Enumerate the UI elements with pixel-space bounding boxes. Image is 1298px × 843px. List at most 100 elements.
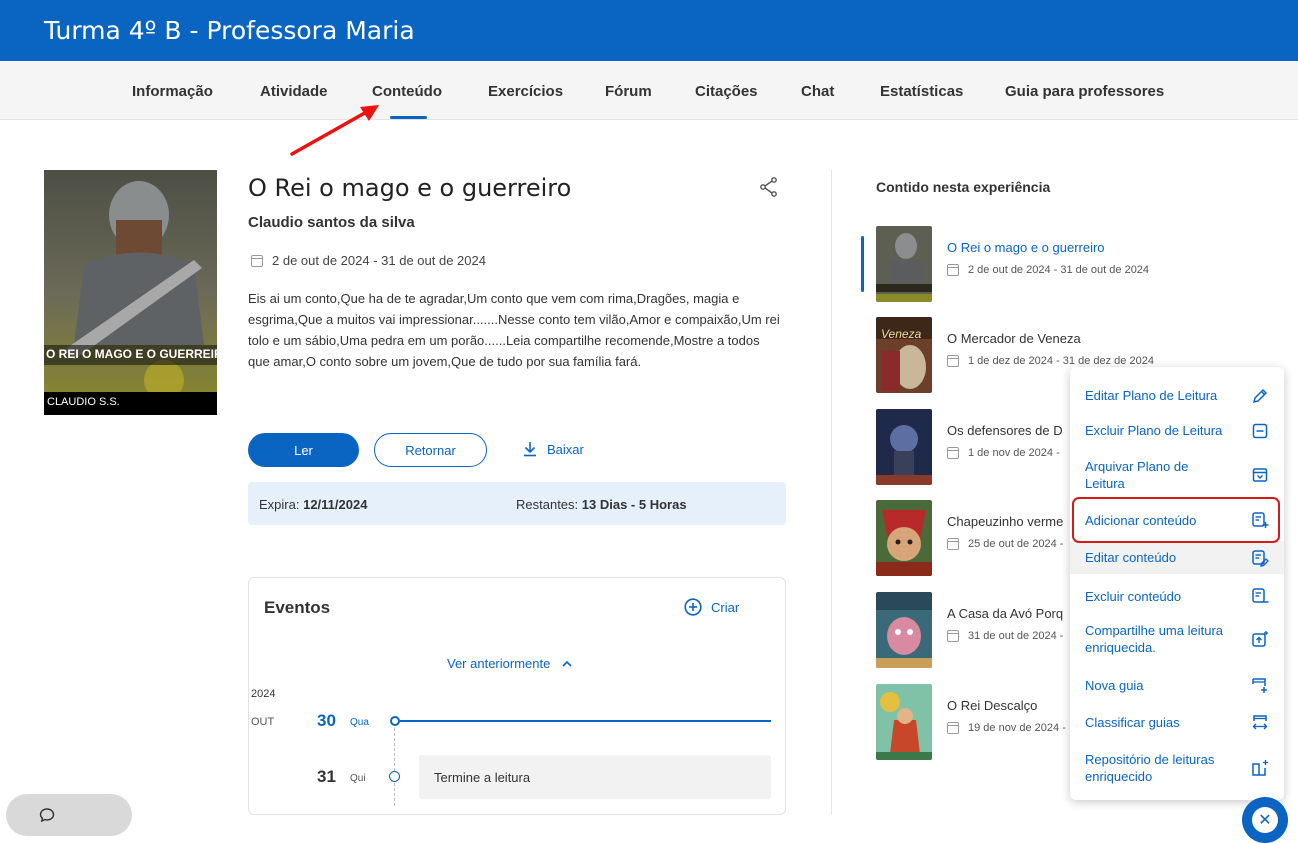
book-thumbnail xyxy=(876,592,932,668)
sidebar-item-name: O Rei Descalço xyxy=(947,698,1038,713)
download-label: Baixar xyxy=(547,441,584,457)
book-cover[interactable]: O REI O MAGO E O GUERREIRO CLAUDIO S.S. xyxy=(44,170,217,415)
menu-item-delete-content[interactable]: Excluir conteúdo xyxy=(1070,581,1284,611)
menu-item-edit-content[interactable]: Editar conteúdo xyxy=(1070,541,1284,574)
event-weekday: Qua xyxy=(350,717,369,728)
cover-title: O REI O MAGO E O GUERREIRO xyxy=(46,347,217,361)
sort-tabs-icon xyxy=(1250,712,1270,732)
tab-bar: Informação Atividade Conteúdo Exercícios… xyxy=(0,61,1298,120)
menu-item-archive-plan[interactable]: Arquivar Plano de Leitura xyxy=(1070,455,1284,495)
page-title: Turma 4º B - Professora Maria xyxy=(44,16,415,45)
book-add-icon xyxy=(1250,758,1270,778)
menu-item-delete-plan[interactable]: Excluir Plano de Leitura xyxy=(1070,416,1284,445)
sidebar-item-chapeuzinho[interactable]: Chapeuzinho verme 25 de out de 2024 - xyxy=(876,500,1076,578)
tab-exercicios[interactable]: Exercícios xyxy=(488,83,563,100)
active-item-indicator xyxy=(861,236,864,292)
sidebar-item-dates: 1 de nov de 2024 - xyxy=(947,447,1060,459)
menu-item-label: Nova guia xyxy=(1085,677,1144,693)
minus-square-icon xyxy=(1250,421,1270,441)
timeline-dot xyxy=(389,771,400,782)
top-bar: Turma 4º B - Professora Maria xyxy=(0,0,1298,61)
expiry-banner: Expira: 12/11/2024 Restantes: 13 Dias - … xyxy=(248,482,786,525)
sidebar-title: Contido nesta experiência xyxy=(876,179,1051,195)
calendar-icon xyxy=(947,538,959,550)
sidebar-item-mercador[interactable]: Veneza O Mercador de Veneza 1 de dez de … xyxy=(876,317,1154,395)
sidebar-item-name: O Mercador de Veneza xyxy=(947,331,1081,346)
calendar-icon xyxy=(947,630,959,642)
column-divider xyxy=(831,170,832,815)
menu-item-label: Editar conteúdo xyxy=(1085,550,1177,565)
active-tab-indicator xyxy=(390,116,427,119)
menu-item-edit-plan[interactable]: Editar Plano de Leitura xyxy=(1070,381,1284,410)
calendar-icon xyxy=(251,254,263,267)
archive-icon xyxy=(1250,465,1270,485)
share-enriched-icon xyxy=(1250,629,1270,649)
tab-guia-professores[interactable]: Guia para professores xyxy=(1005,83,1164,100)
book-thumbnail xyxy=(876,684,932,760)
book-dates-text: 2 de out de 2024 - 31 de out de 2024 xyxy=(272,253,486,268)
menu-item-enriched-repository[interactable]: Repositório de leituras enriquecido xyxy=(1070,748,1284,788)
new-tab-icon xyxy=(1250,675,1270,695)
calendar-icon xyxy=(947,722,959,734)
menu-item-label: Repositório de leituras enriquecido xyxy=(1085,752,1215,784)
timeline-connector xyxy=(394,728,395,806)
annotation-highlight-box xyxy=(1072,497,1280,543)
expiry-remaining: Restantes: 13 Dias - 5 Horas xyxy=(516,497,687,512)
menu-item-sort-tabs[interactable]: Classificar guias xyxy=(1070,707,1284,737)
menu-item-label: Excluir Plano de Leitura xyxy=(1085,423,1223,438)
menu-item-label: Classificar guias xyxy=(1085,714,1180,730)
book-author: Claudio santos da silva xyxy=(248,214,415,231)
book-thumbnail xyxy=(876,500,932,576)
close-menu-button[interactable]: ✕ xyxy=(1242,797,1288,843)
calendar-icon xyxy=(947,264,959,276)
thumbnail-title: Veneza xyxy=(881,327,922,341)
return-button[interactable]: Retornar xyxy=(374,433,487,467)
calendar-icon xyxy=(947,355,959,367)
menu-item-label: Excluir conteúdo xyxy=(1085,588,1182,604)
book-description: Eis ai um conto,Que ha de te agradar,Um … xyxy=(248,291,780,369)
menu-item-share-enriched[interactable]: Compartilhe uma leitura enriquecida. xyxy=(1070,619,1284,659)
menu-item-label: Compartilhe uma leitura enriquecida. xyxy=(1085,623,1224,655)
calendar-icon xyxy=(947,447,959,459)
timeline-dot-current xyxy=(390,716,400,726)
annotation-arrow-icon xyxy=(290,105,379,156)
context-menu: Editar Plano de Leitura Excluir Plano de… xyxy=(1070,367,1284,800)
sidebar-item-dates: 1 de dez de 2024 - 31 de dez de 2024 xyxy=(947,355,1154,367)
menu-item-label: Editar Plano de Leitura xyxy=(1085,388,1218,403)
expiry-date: Expira: 12/11/2024 xyxy=(259,497,368,512)
cover-author: CLAUDIO S.S. xyxy=(47,396,120,408)
book-title: O Rei o mago e o guerreiro xyxy=(248,174,572,202)
chat-button[interactable] xyxy=(6,794,132,836)
chat-bubble-icon xyxy=(39,808,55,823)
sidebar-item-name: A Casa da Avó Porq xyxy=(947,606,1064,621)
tab-citacoes[interactable]: Citações xyxy=(695,83,758,100)
see-previous-button[interactable]: Ver anteriormente xyxy=(447,656,572,671)
sidebar-item-rei-mago[interactable]: O Rei o mago e o guerreiro 2 de out de 2… xyxy=(876,226,1149,304)
chevron-up-icon xyxy=(562,660,572,667)
sidebar-item-dates: 2 de out de 2024 - 31 de out de 2024 xyxy=(947,264,1149,276)
menu-item-label: Arquivar Plano de Leitura xyxy=(1085,459,1189,491)
sidebar-item-rei-descalco[interactable]: O Rei Descalço 19 de nov de 2024 - xyxy=(876,684,1076,762)
sidebar-item-casa-avo[interactable]: A Casa da Avó Porq 31 de out de 2024 - xyxy=(876,592,1076,670)
event-weekday: Qui xyxy=(350,773,366,784)
doc-remove-icon xyxy=(1250,586,1270,606)
tab-informacao[interactable]: Informação xyxy=(132,83,213,100)
read-button[interactable]: Ler xyxy=(248,433,359,467)
tab-forum[interactable]: Fórum xyxy=(605,83,652,100)
add-circle-icon xyxy=(684,598,702,616)
sidebar-item-defensores[interactable]: Os defensores de D 1 de nov de 2024 - xyxy=(876,409,1076,487)
tab-estatisticas[interactable]: Estatísticas xyxy=(880,83,963,100)
download-icon xyxy=(524,442,536,457)
event-day: 31 xyxy=(317,767,336,786)
event-task[interactable]: Termine a leitura xyxy=(419,755,771,799)
tab-chat[interactable]: Chat xyxy=(801,83,834,100)
share-icon[interactable] xyxy=(760,177,778,197)
create-event-button[interactable]: Criar xyxy=(684,598,739,616)
events-month: OUT xyxy=(251,716,275,728)
see-previous-label: Ver anteriormente xyxy=(447,656,551,671)
pencil-icon xyxy=(1250,386,1270,406)
sidebar-item-name: Chapeuzinho verme xyxy=(947,514,1064,529)
menu-item-new-tab[interactable]: Nova guia xyxy=(1070,670,1284,700)
download-button[interactable]: Baixar xyxy=(522,441,584,457)
events-title: Eventos xyxy=(264,598,331,617)
